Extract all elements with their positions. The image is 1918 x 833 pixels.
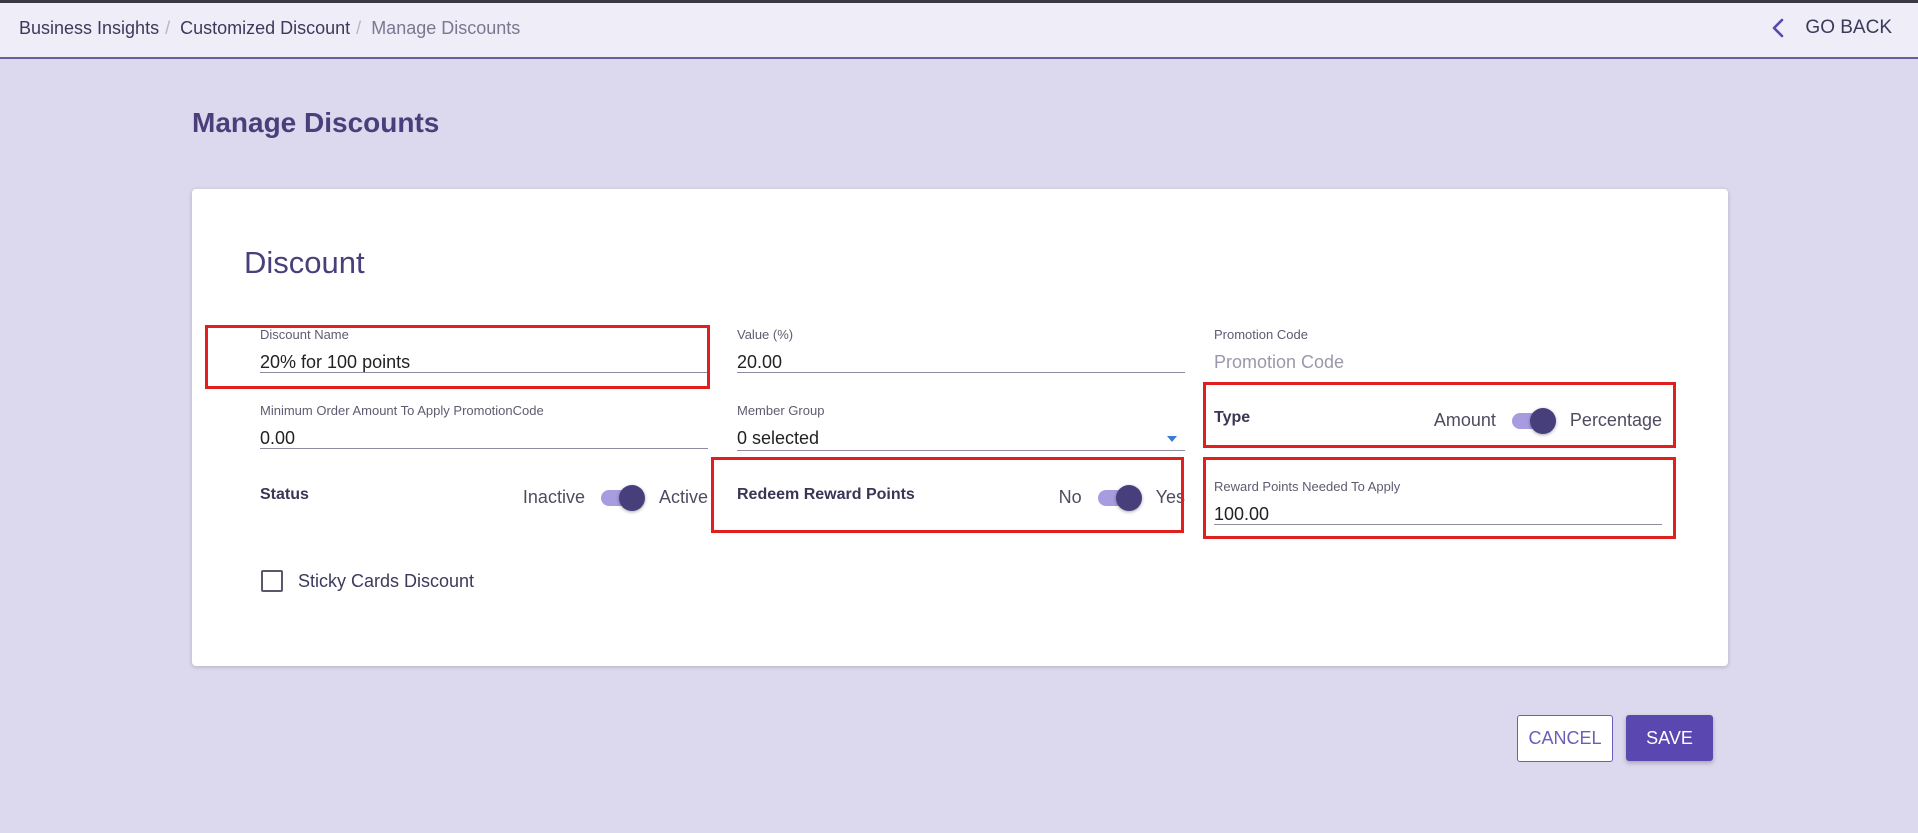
discount-name-input[interactable]: 20% for 100 points (260, 352, 410, 373)
discount-name-field[interactable]: Discount Name 20% for 100 points (260, 327, 708, 373)
type-option-amount[interactable]: Amount (1434, 410, 1496, 431)
field-underline (1214, 524, 1662, 525)
page-title: Manage Discounts (192, 107, 440, 138)
go-back-button[interactable]: GO BACK (1771, 17, 1892, 39)
field-underline (737, 450, 1185, 451)
member-group-select[interactable]: Member Group 0 selected (737, 403, 1185, 451)
top-bar: Business Insights / Customized Discount … (0, 3, 1918, 59)
dropdown-arrow-icon[interactable] (1167, 436, 1177, 442)
switch-thumb[interactable] (1529, 408, 1556, 434)
value-percent-input[interactable]: 20.00 (737, 352, 782, 373)
status-option-inactive[interactable]: Inactive (523, 487, 585, 508)
switch-thumb[interactable] (618, 485, 645, 511)
breadcrumb-business-insights[interactable]: Business Insights (19, 18, 159, 39)
sticky-cards-checkbox[interactable] (261, 570, 283, 592)
breadcrumb-manage-discounts: Manage Discounts (371, 18, 521, 38)
reward-points-input[interactable]: 100.00 (1214, 504, 1269, 525)
value-percent-label: Value (%) (737, 327, 794, 342)
breadcrumb-customized-discount[interactable]: Customized Discount (180, 18, 350, 39)
breadcrumb: Business Insights / Customized Discount … (19, 18, 520, 39)
sticky-cards-label[interactable]: Sticky Cards Discount (298, 571, 474, 592)
min-order-label: Minimum Order Amount To Apply PromotionC… (260, 403, 544, 418)
save-button[interactable]: SAVE (1626, 715, 1713, 761)
member-group-value[interactable]: 0 selected (737, 428, 819, 449)
min-order-field[interactable]: Minimum Order Amount To Apply PromotionC… (260, 403, 708, 449)
cancel-button[interactable]: CANCEL (1517, 715, 1613, 762)
breadcrumb-separator: / (165, 18, 171, 38)
redeem-option-no[interactable]: No (1059, 487, 1082, 508)
discount-name-label: Discount Name (260, 327, 349, 342)
sticky-cards-checkbox-row[interactable]: Sticky Cards Discount (261, 570, 474, 592)
status-switch[interactable] (599, 484, 645, 511)
member-group-label: Member Group (737, 403, 825, 418)
field-underline (260, 448, 708, 449)
switch-thumb[interactable] (1115, 485, 1142, 511)
status-label: Status (260, 486, 309, 503)
card-title: Discount (244, 245, 365, 280)
promotion-code-label: Promotion Code (1214, 327, 1308, 342)
type-label: Type (1214, 409, 1251, 426)
field-underline (737, 372, 1185, 373)
reward-points-field[interactable]: Reward Points Needed To Apply 100.00 (1214, 479, 1662, 525)
breadcrumb-separator: / (356, 18, 362, 38)
go-back-label: GO BACK (1805, 17, 1892, 38)
min-order-input[interactable]: 0.00 (260, 428, 295, 449)
type-option-percentage[interactable]: Percentage (1570, 410, 1662, 431)
redeem-label: Redeem Reward Points (737, 486, 915, 503)
value-percent-field[interactable]: Value (%) 20.00 (737, 327, 1185, 373)
promotion-code-input[interactable]: Promotion Code (1214, 352, 1344, 373)
status-option-active[interactable]: Active (659, 487, 708, 508)
type-toggle-row: Type Amount Percentage (1214, 401, 1662, 435)
type-switch[interactable] (1510, 407, 1556, 434)
reward-points-label: Reward Points Needed To Apply (1214, 479, 1401, 494)
discount-card: Discount Discount Name 20% for 100 point… (192, 189, 1728, 666)
promotion-code-field[interactable]: Promotion Code Promotion Code (1214, 327, 1662, 373)
status-toggle-row: Status Inactive Active (260, 478, 708, 512)
redeem-switch[interactable] (1096, 484, 1142, 511)
chevron-left-icon (1773, 18, 1784, 38)
redeem-toggle-row: Redeem Reward Points No Yes (737, 478, 1185, 512)
field-underline (260, 372, 708, 373)
redeem-option-yes[interactable]: Yes (1156, 487, 1185, 508)
